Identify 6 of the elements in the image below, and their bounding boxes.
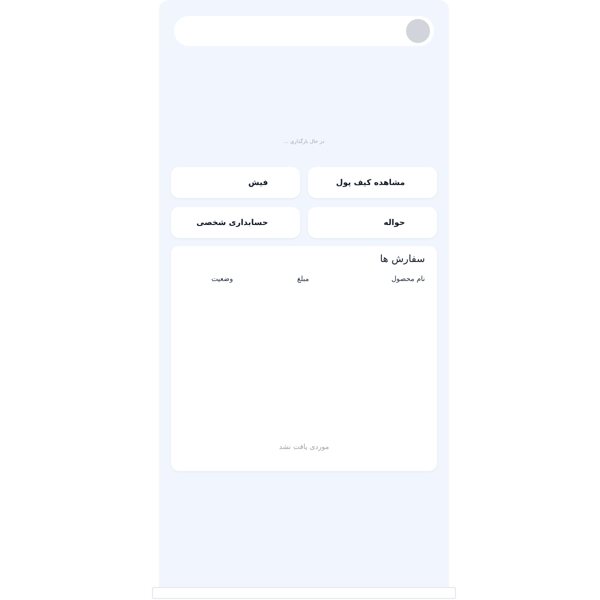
menu-card[interactable]: مشاهده کیف پول <box>308 167 437 198</box>
avatar-circle[interactable] <box>406 19 430 43</box>
orders-title: سفارش ها <box>380 253 425 266</box>
menu-card[interactable]: حواله <box>308 207 437 238</box>
menu-card[interactable]: فیش <box>171 167 300 198</box>
menu-card[interactable]: حسابداری شخصی <box>171 207 300 238</box>
